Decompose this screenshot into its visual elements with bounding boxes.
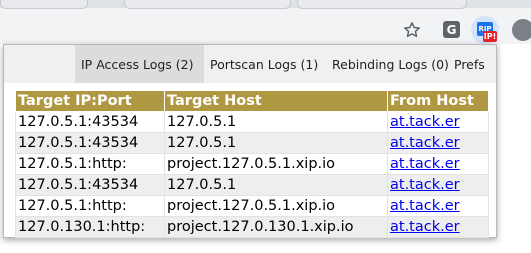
from-host-link[interactable]: at.tack.er <box>390 198 460 214</box>
column-header-from-host: From Host <box>387 90 489 112</box>
browser-tab-strip <box>0 0 531 9</box>
star-outline-icon <box>404 22 420 38</box>
browser-tab[interactable] <box>297 0 467 9</box>
from-host-cell: at.tack.er <box>387 111 489 133</box>
target-host-cell: project.127.0.5.1.xip.io <box>164 195 388 217</box>
from-host-cell: at.tack.er <box>387 195 489 217</box>
extension-badge: IP! <box>483 31 497 42</box>
tab-ip-access-logs[interactable]: IP Access Logs (2) <box>75 45 204 83</box>
table-row: 127.0.5.1:http: project.127.0.5.1.xip.io… <box>15 195 489 217</box>
from-host-link[interactable]: at.tack.er <box>390 219 460 235</box>
from-host-cell: at.tack.er <box>387 132 489 154</box>
column-header-target-host: Target Host <box>164 90 388 112</box>
table-row: 127.0.5.1:43534 127.0.5.1 at.tack.er <box>15 111 489 133</box>
tab-rebinding-logs[interactable]: Rebinding Logs (0) <box>326 45 449 83</box>
from-host-link[interactable]: at.tack.er <box>390 135 460 151</box>
target-host-cell: project.127.0.130.1.xip.io <box>164 216 388 238</box>
target-ip-port-cell: 127.0.5.1:http: <box>15 195 165 217</box>
from-host-cell: at.tack.er <box>387 174 489 196</box>
popup-tab-bar: IP Access Logs (2) Portscan Logs (1) Reb… <box>4 45 496 83</box>
target-ip-port-cell: 127.0.5.1:http: <box>15 153 165 175</box>
from-host-link[interactable]: at.tack.er <box>390 156 460 172</box>
profile-avatar-icon[interactable] <box>512 19 531 41</box>
table-row: 127.0.130.1:http: project.127.0.130.1.xi… <box>15 216 489 238</box>
browser-toolbar: G RIP IP! <box>0 0 531 44</box>
from-host-cell: at.tack.er <box>387 216 489 238</box>
target-ip-port-cell: 127.0.5.1:43534 <box>15 111 165 133</box>
table-row: 127.0.5.1:http: project.127.0.5.1.xip.io… <box>15 153 489 175</box>
browser-tab[interactable] <box>124 0 291 9</box>
tab-label: Prefs <box>454 56 485 72</box>
tab-label: Rebinding Logs (0) <box>332 56 449 72</box>
ip-access-log-table: Target IP:Port Target Host From Host 127… <box>15 90 489 238</box>
target-ip-port-cell: 127.0.5.1:43534 <box>15 174 165 196</box>
target-host-cell: project.127.0.5.1.xip.io <box>164 153 388 175</box>
from-host-cell: at.tack.er <box>387 153 489 175</box>
bookmark-star-icon[interactable] <box>402 20 422 40</box>
tab-label: Portscan Logs (1) <box>210 56 319 72</box>
target-host-cell: 127.0.5.1 <box>164 174 388 196</box>
table-row: 127.0.5.1:43534 127.0.5.1 at.tack.er <box>15 174 489 196</box>
tab-label: IP Access Logs (2) <box>81 56 194 72</box>
grammarly-extension-icon[interactable]: G <box>443 21 460 38</box>
ripe-ip-extension-icon[interactable]: RIP IP! <box>471 16 499 44</box>
extension-label: G <box>446 22 457 37</box>
from-host-link[interactable]: at.tack.er <box>390 177 460 193</box>
table-row: 127.0.5.1:43534 127.0.5.1 at.tack.er <box>15 132 489 154</box>
table-header-row: Target IP:Port Target Host From Host <box>15 90 489 112</box>
tab-portscan-logs[interactable]: Portscan Logs (1) <box>204 45 326 83</box>
target-host-cell: 127.0.5.1 <box>164 132 388 154</box>
target-host-cell: 127.0.5.1 <box>164 111 388 133</box>
from-host-link[interactable]: at.tack.er <box>390 114 460 130</box>
tab-prefs[interactable]: Prefs <box>448 45 496 83</box>
column-header-target-ip-port: Target IP:Port <box>15 90 165 112</box>
target-ip-port-cell: 127.0.5.1:43534 <box>15 132 165 154</box>
target-ip-port-cell: 127.0.130.1:http: <box>15 216 165 238</box>
browser-tab[interactable] <box>0 0 88 9</box>
extension-popup: IP Access Logs (2) Portscan Logs (1) Reb… <box>3 44 497 238</box>
